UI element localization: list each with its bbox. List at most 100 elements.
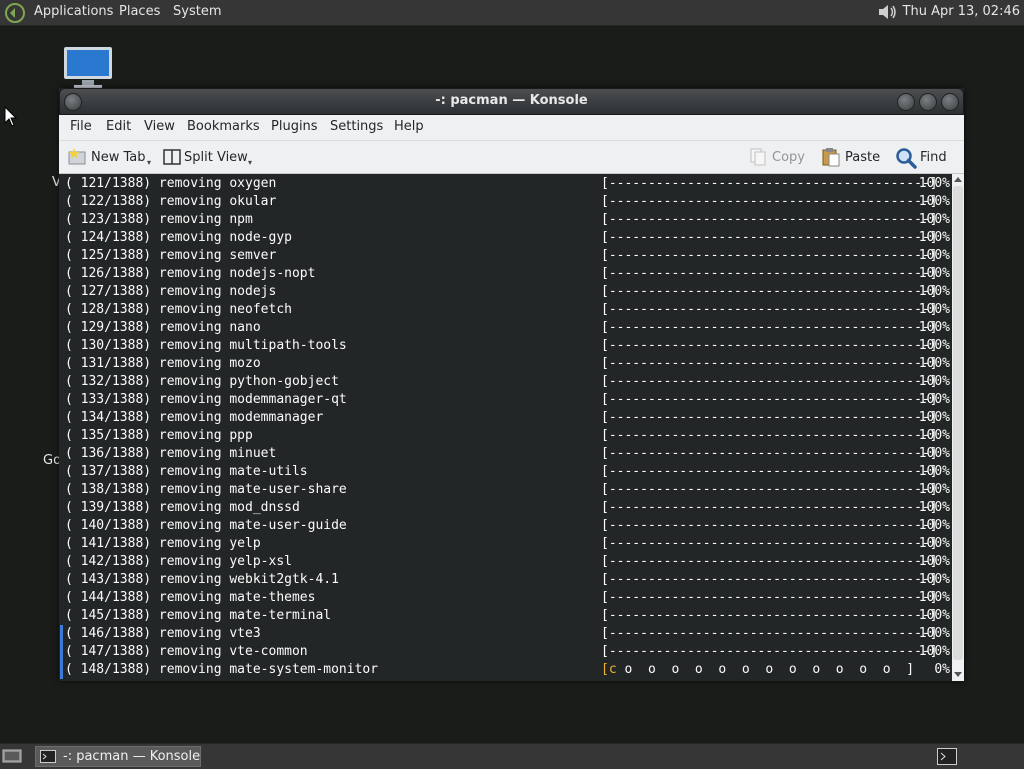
terminal-line-text: ( 133/1388) removing modemmanager-qt <box>65 392 347 407</box>
paste-icon <box>822 148 840 167</box>
progress-percent: 100% <box>918 392 950 407</box>
terminal-line-text: ( 141/1388) removing yelp <box>65 536 261 551</box>
split-view-button[interactable]: Split View ▾ <box>162 147 257 169</box>
terminal-line-text: ( 123/1388) removing npm <box>65 212 253 227</box>
terminal-line-text: ( 128/1388) removing neofetch <box>65 302 292 317</box>
progress-percent: 100% <box>918 374 950 389</box>
menu-bar: File Edit View Bookmarks Plugins Setting… <box>59 115 964 141</box>
menu-bookmarks[interactable]: Bookmarks <box>187 119 260 134</box>
terminal-line-text: ( 135/1388) removing ppp <box>65 428 253 443</box>
terminal-scrollbar[interactable] <box>952 174 964 681</box>
terminal-line-text: ( 142/1388) removing yelp-xsl <box>65 554 292 569</box>
progress-bar-text: [---------------------------------------… <box>601 590 938 605</box>
progress-bar-text: [---------------------------------------… <box>601 320 938 335</box>
applications-menu[interactable]: Applications <box>34 4 113 19</box>
terminal-line-text: ( 124/1388) removing node-gyp <box>65 230 292 245</box>
bottom-panel: -: pacman — Konsole <box>0 743 1024 769</box>
terminal-line-text: ( 132/1388) removing python-gobject <box>65 374 339 389</box>
progress-bar-text: [---------------------------------------… <box>601 446 938 461</box>
scrollbar-thumb[interactable] <box>953 186 963 660</box>
copy-label: Copy <box>772 150 805 165</box>
progress-bar-text: [---------------------------------------… <box>601 338 938 353</box>
progress-bar-text: [---------------------------------------… <box>601 608 938 623</box>
terminal-line-text: ( 138/1388) removing mate-user-share <box>65 482 347 497</box>
mate-logo-icon[interactable] <box>4 2 26 24</box>
progress-bar-text: [---------------------------------------… <box>601 248 938 263</box>
computer-icon[interactable] <box>62 46 114 90</box>
progress-percent: 100% <box>918 410 950 425</box>
progress-bar-text: [---------------------------------------… <box>601 266 938 281</box>
menu-view[interactable]: View <box>144 119 175 134</box>
minimize-button[interactable] <box>897 93 915 111</box>
terminal-line-text: ( 140/1388) removing mate-user-guide <box>65 518 347 533</box>
menu-plugins[interactable]: Plugins <box>271 119 318 134</box>
terminal-line-text: ( 125/1388) removing semver <box>65 248 277 263</box>
terminal-view[interactable]: ( 121/1388) removing oxygen [------------… <box>59 174 952 681</box>
toolbar: New Tab ▾ Split View ▾ Copy Paste Find <box>59 141 964 174</box>
terminal-line-text: ( 146/1388) removing vte3 <box>65 626 261 641</box>
mouse-cursor-icon <box>4 106 18 127</box>
chevron-down-icon: ▾ <box>147 158 152 167</box>
terminal-line-text: ( 139/1388) removing mod_dnssd <box>65 500 300 515</box>
progress-bar-text: [---------------------------------------… <box>601 230 938 245</box>
progress-percent: 100% <box>918 320 950 335</box>
progress-percent: 100% <box>918 302 950 317</box>
menu-edit[interactable]: Edit <box>106 119 131 134</box>
menu-help[interactable]: Help <box>394 119 424 134</box>
menu-settings[interactable]: Settings <box>330 119 383 134</box>
terminal-line-text: ( 136/1388) removing minuet <box>65 446 277 461</box>
terminal-line-text: ( 122/1388) removing okular <box>65 194 277 209</box>
terminal-line-text: ( 144/1388) removing mate-themes <box>65 590 316 605</box>
search-icon <box>896 148 917 169</box>
progress-percent: 100% <box>918 590 950 605</box>
terminal-tray-icon[interactable] <box>937 748 957 765</box>
scroll-up-icon[interactable] <box>954 177 962 182</box>
menu-file[interactable]: File <box>70 119 92 134</box>
progress-percent: 100% <box>918 644 950 659</box>
progress-percent: 100% <box>918 626 950 641</box>
progress-percent: 100% <box>918 266 950 281</box>
progress-percent: 100% <box>918 536 950 551</box>
copy-button[interactable]: Copy <box>748 147 806 169</box>
progress-percent: 100% <box>918 482 950 497</box>
taskbar-item-konsole[interactable]: -: pacman — Konsole <box>35 746 201 767</box>
show-desktop-icon[interactable] <box>2 748 22 764</box>
progress-bar-text: [---------------------------------------… <box>601 284 938 299</box>
title-bar[interactable]: -: pacman — Konsole <box>59 88 964 115</box>
paste-label: Paste <box>845 150 881 165</box>
new-tab-button[interactable]: New Tab ▾ <box>67 147 157 169</box>
new-tab-label: New Tab <box>91 150 146 165</box>
clock[interactable]: Thu Apr 13, 02:46 <box>903 4 1020 19</box>
progress-percent: 100% <box>918 248 950 263</box>
progress-percent: 100% <box>918 608 950 623</box>
system-menu[interactable]: System <box>173 4 221 19</box>
paste-button[interactable]: Paste <box>821 147 881 169</box>
maximize-button[interactable] <box>919 93 937 111</box>
progress-bar-text: [---------------------------------------… <box>601 572 938 587</box>
progress-percent: 100% <box>918 464 950 479</box>
progress-bar-text: [---------------------------------------… <box>601 212 938 227</box>
pacman-progress-bar: [c o o o o o o o o o o o o ] <box>601 662 914 677</box>
find-button[interactable]: Find <box>895 147 950 169</box>
progress-percent: 100% <box>918 338 950 353</box>
progress-bar-text: [---------------------------------------… <box>601 518 938 533</box>
taskbar-item-label: -: pacman — Konsole <box>63 749 201 764</box>
progress-bar-text: [---------------------------------------… <box>601 500 938 515</box>
places-menu[interactable]: Places <box>119 4 160 19</box>
progress-percent: 100% <box>918 500 950 515</box>
volume-icon[interactable] <box>876 2 900 22</box>
terminal-line-text: ( 145/1388) removing mate-terminal <box>65 608 332 623</box>
terminal-line-text: ( 130/1388) removing multipath-tools <box>65 338 347 353</box>
progress-percent: 100% <box>918 356 950 371</box>
line-marker <box>60 661 63 679</box>
terminal-line-text: ( 121/1388) removing oxygen <box>65 176 277 191</box>
terminal-line-text: ( 148/1388) removing mate-system-monitor <box>65 662 379 677</box>
progress-percent: 100% <box>918 518 950 533</box>
progress-bar-text: [---------------------------------------… <box>601 410 938 425</box>
progress-bar-text: [---------------------------------------… <box>601 356 938 371</box>
konsole-window: -: pacman — Konsole File Edit View Bookm… <box>59 88 964 681</box>
terminal-line-text: ( 131/1388) removing mozo <box>65 356 261 371</box>
scroll-down-icon[interactable] <box>954 672 962 677</box>
progress-bar-text: [---------------------------------------… <box>601 392 938 407</box>
close-button[interactable] <box>941 93 959 111</box>
